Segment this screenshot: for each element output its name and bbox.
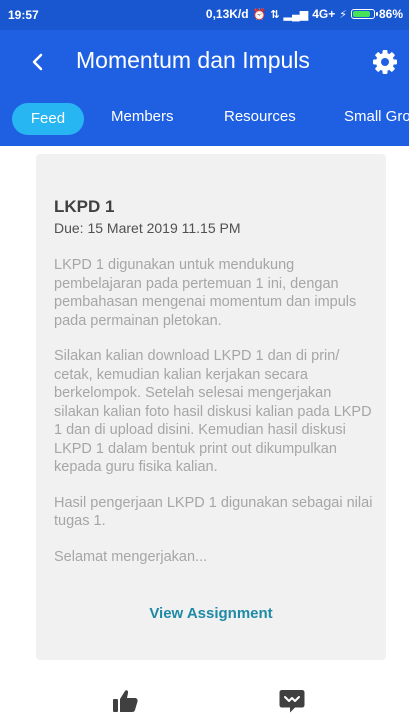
feed-content[interactable]: LKPD 1 Due: 15 Maret 2019 11.15 PM LKPD … xyxy=(0,146,409,722)
description-paragraph: Selamat mengerjakan... xyxy=(54,548,208,565)
status-bar: 19:57 0,13K/d ⏰ ⇅ ▂▄▆ 4G+ ⚡ 86% xyxy=(0,0,409,30)
description-paragraph: Silakan kalian download LKPD 1 dan di pr… xyxy=(54,348,372,475)
like-button[interactable] xyxy=(111,688,139,714)
assignment-due-date: Due: 15 Maret 2019 11.15 PM xyxy=(54,220,241,236)
back-button[interactable] xyxy=(24,48,52,76)
signal-icon: ▂▄▆ xyxy=(283,8,309,21)
assignment-description: LKPD 1 digunakan untuk mendukung pembela… xyxy=(54,256,374,583)
comment-icon xyxy=(279,690,305,713)
tab-small-groups[interactable]: Small Gro xyxy=(344,108,409,125)
page-title: Momentum dan Impuls xyxy=(76,47,310,73)
app-bar: Momentum dan Impuls xyxy=(0,30,409,94)
charging-icon: ⚡ xyxy=(339,8,347,21)
assignment-card: LKPD 1 Due: 15 Maret 2019 11.15 PM LKPD … xyxy=(36,154,386,660)
alarm-icon: ⏰ xyxy=(252,8,267,21)
tab-feed[interactable]: Feed xyxy=(12,103,84,135)
view-assignment-button[interactable]: View Assignment xyxy=(36,605,386,622)
assignment-title: LKPD 1 xyxy=(54,197,115,216)
description-paragraph: LKPD 1 digunakan untuk mendukung pembela… xyxy=(54,257,357,329)
settings-button[interactable] xyxy=(371,48,399,76)
chevron-left-icon xyxy=(32,53,43,71)
status-time: 19:57 xyxy=(8,8,39,22)
gear-icon xyxy=(373,50,397,74)
tab-bar: Feed Members Resources Small Gro xyxy=(0,94,409,146)
battery-fill xyxy=(352,11,371,17)
network-speed: 0,13K/d xyxy=(205,7,249,21)
status-indicators: 0,13K/d ⏰ ⇅ ▂▄▆ 4G+ ⚡ 86% xyxy=(206,7,403,21)
tab-resources[interactable]: Resources xyxy=(224,108,296,125)
comment-button[interactable] xyxy=(278,688,306,714)
tab-members[interactable]: Members xyxy=(111,108,174,125)
thumbs-up-icon xyxy=(113,690,138,712)
description-paragraph: Hasil pengerjaan LKPD 1 digunakan sebaga… xyxy=(54,494,373,530)
network-type: 4G+ xyxy=(312,7,336,21)
battery-icon xyxy=(350,9,378,19)
battery-percent: 86% xyxy=(378,7,403,21)
data-transfer-icon: ⇅ xyxy=(270,8,280,21)
